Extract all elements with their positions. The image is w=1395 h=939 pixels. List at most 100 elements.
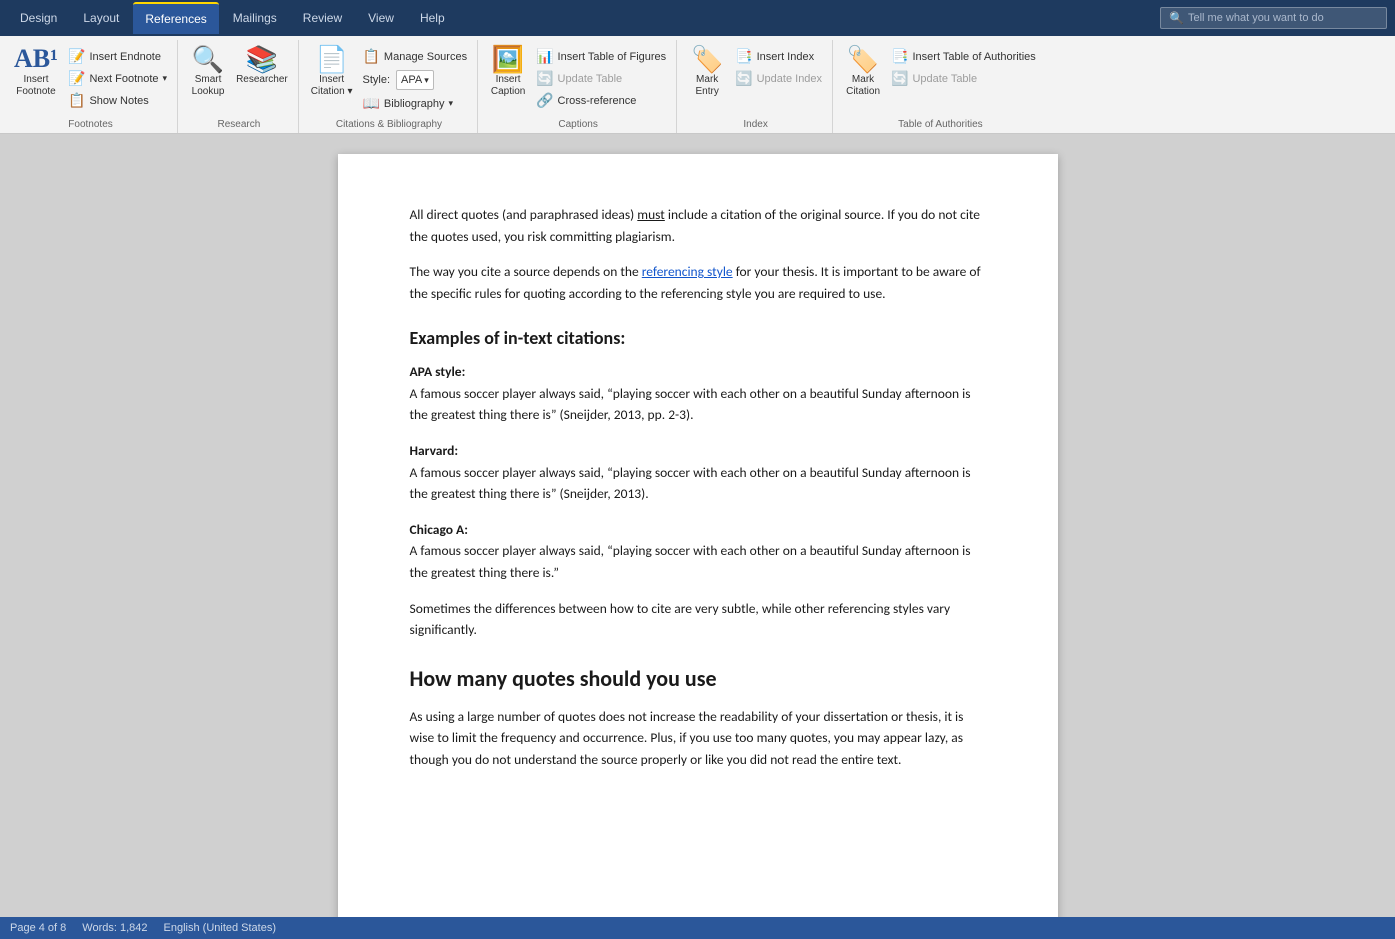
style-row: Style: APA ▾ <box>358 68 471 92</box>
para-harvard: Harvard: A famous soccer player always s… <box>410 440 986 505</box>
harvard-label: Harvard: <box>410 442 459 459</box>
group-captions: 🖼️ InsertCaption 📊 Insert Table of Figur… <box>480 40 677 133</box>
para-2: The way you cite a source depends on the… <box>410 261 986 304</box>
insert-citation-label: InsertCitation ▾ <box>311 74 353 98</box>
manage-sources-button[interactable]: 📋 Manage Sources <box>358 46 471 67</box>
table-figures-icon: 📊 <box>536 48 553 65</box>
document-area: All direct quotes (and paraphrased ideas… <box>0 134 1395 917</box>
menu-bar: Design Layout References Mailings Review… <box>0 0 1395 36</box>
page-info: Page 4 of 8 <box>10 922 66 934</box>
tab-view[interactable]: View <box>356 3 406 33</box>
mark-entry-icon: 🏷️ <box>691 46 723 72</box>
insert-citation-button[interactable]: 📄 InsertCitation ▾ <box>307 42 357 100</box>
mark-citation-button[interactable]: 🏷️ MarkCitation <box>841 42 885 100</box>
search-box[interactable]: 🔍 <box>1160 7 1387 29</box>
dropdown-arrow-icon: ▾ <box>163 73 168 84</box>
insert-footnote-button[interactable]: AB¹ InsertFootnote <box>10 42 62 100</box>
mark-entry-label: MarkEntry <box>696 74 719 98</box>
update-table-auth-button[interactable]: 🔄 Update Table <box>887 68 1040 89</box>
group-citations: 📄 InsertCitation ▾ 📋 Manage Sources Styl… <box>301 40 478 133</box>
update-table-auth-icon: 🔄 <box>891 70 908 87</box>
menu-tabs: Design Layout References Mailings Review… <box>8 2 457 34</box>
footnotes-group-label: Footnotes <box>10 117 171 133</box>
document-page: All direct quotes (and paraphrased ideas… <box>338 154 1058 917</box>
footnote-icon: AB¹ <box>14 46 58 72</box>
next-footnote-label: Next Footnote <box>89 73 158 85</box>
next-footnote-icon: 📝 <box>68 70 85 87</box>
cross-ref-icon: 🔗 <box>536 92 553 109</box>
toa-group-label: Table of Authorities <box>841 117 1040 133</box>
toa-icon: 📑 <box>891 48 908 65</box>
word-count: Words: 1,842 <box>82 922 147 934</box>
para-chicago: Chicago A: A famous soccer player always… <box>410 519 986 584</box>
style-select[interactable]: APA ▾ <box>396 70 434 90</box>
researcher-label: Researcher <box>236 74 288 86</box>
group-research: 🔍 SmartLookup 📚 Researcher Research <box>180 40 299 133</box>
apa-label: APA style: <box>410 363 466 380</box>
show-notes-button[interactable]: 📋 Show Notes <box>64 90 171 111</box>
search-icon: 🔍 <box>1169 11 1184 25</box>
tab-design[interactable]: Design <box>8 3 69 33</box>
cross-reference-button[interactable]: 🔗 Cross-reference <box>532 90 670 111</box>
insert-table-figures-label: Insert Table of Figures <box>558 51 667 63</box>
bibliography-label: Bibliography <box>384 98 445 110</box>
endnote-icon: 📝 <box>68 48 85 65</box>
researcher-button[interactable]: 📚 Researcher <box>232 42 292 88</box>
smart-lookup-icon: 🔍 <box>192 46 224 72</box>
style-arrow-icon: ▾ <box>424 75 429 86</box>
underlined-must: must <box>637 206 665 223</box>
insert-table-authorities-label: Insert Table of Authorities <box>912 51 1035 63</box>
manage-sources-icon: 📋 <box>362 48 379 65</box>
insert-table-figures-button[interactable]: 📊 Insert Table of Figures <box>532 46 670 67</box>
tab-mailings[interactable]: Mailings <box>221 3 289 33</box>
tab-layout[interactable]: Layout <box>71 3 131 33</box>
search-input[interactable] <box>1188 12 1378 24</box>
cross-reference-label: Cross-reference <box>558 95 637 107</box>
index-group-label: Index <box>685 117 826 133</box>
insert-caption-label: InsertCaption <box>491 74 525 98</box>
update-table-button[interactable]: 🔄 Update Table <box>532 68 670 89</box>
style-text-label: Style: <box>362 74 390 86</box>
bibliography-icon: 📖 <box>362 95 379 112</box>
insert-footnote-label: InsertFootnote <box>16 74 55 98</box>
update-table-auth-label: Update Table <box>912 73 977 85</box>
captions-group-label: Captions <box>486 117 670 133</box>
para-differences: Sometimes the differences between how to… <box>410 598 986 641</box>
smart-lookup-button[interactable]: 🔍 SmartLookup <box>186 42 230 100</box>
update-index-button[interactable]: 🔄 Update Index <box>731 68 826 89</box>
update-index-icon: 🔄 <box>735 70 752 87</box>
mark-entry-button[interactable]: 🏷️ MarkEntry <box>685 42 729 100</box>
status-bar: Page 4 of 8 Words: 1,842 English (United… <box>0 917 1395 939</box>
insert-index-icon: 📑 <box>735 48 752 65</box>
mark-citation-label: MarkCitation <box>846 74 880 98</box>
update-table-label: Update Table <box>558 73 623 85</box>
tab-help[interactable]: Help <box>408 3 457 33</box>
chicago-label: Chicago A: <box>410 521 468 538</box>
tab-review[interactable]: Review <box>291 3 354 33</box>
research-group-label: Research <box>186 117 292 133</box>
tab-references[interactable]: References <box>133 2 218 34</box>
insert-endnote-button[interactable]: 📝 Insert Endnote <box>64 46 171 67</box>
next-footnote-button[interactable]: 📝 Next Footnote ▾ <box>64 68 171 89</box>
group-footnotes: AB¹ InsertFootnote 📝 Insert Endnote 📝 Ne… <box>4 40 178 133</box>
caption-icon: 🖼️ <box>492 46 524 72</box>
ribbon: AB¹ InsertFootnote 📝 Insert Endnote 📝 Ne… <box>0 36 1395 134</box>
bibliography-button[interactable]: 📖 Bibliography ▾ <box>358 93 471 114</box>
citation-icon: 📄 <box>315 46 347 72</box>
insert-index-label: Insert Index <box>757 51 814 63</box>
group-table-authorities: 🏷️ MarkCitation 📑 Insert Table of Author… <box>835 40 1046 133</box>
insert-caption-button[interactable]: 🖼️ InsertCaption <box>486 42 530 100</box>
heading-examples: Examples of in-text citations: <box>410 324 986 353</box>
mark-citation-icon: 🏷️ <box>847 46 879 72</box>
para-1: All direct quotes (and paraphrased ideas… <box>410 204 986 247</box>
insert-table-authorities-button[interactable]: 📑 Insert Table of Authorities <box>887 46 1040 67</box>
group-index: 🏷️ MarkEntry 📑 Insert Index 🔄 Update Ind… <box>679 40 833 133</box>
bib-arrow-icon: ▾ <box>448 98 453 109</box>
language: English (United States) <box>164 922 277 934</box>
show-notes-label: Show Notes <box>89 95 148 107</box>
insert-endnote-label: Insert Endnote <box>89 51 161 63</box>
para-apa: APA style: A famous soccer player always… <box>410 361 986 426</box>
manage-sources-label: Manage Sources <box>384 51 467 63</box>
referencing-style-link[interactable]: referencing style <box>642 263 733 280</box>
insert-index-button[interactable]: 📑 Insert Index <box>731 46 826 67</box>
